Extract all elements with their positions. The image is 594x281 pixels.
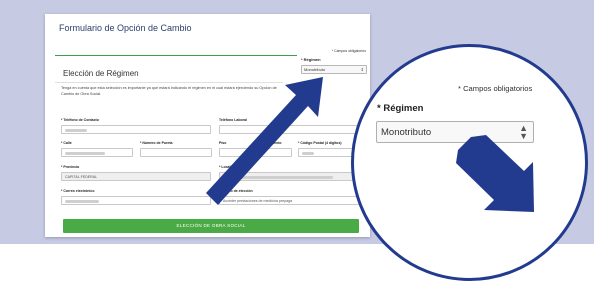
- arrow-icon: [206, 77, 323, 205]
- arrow-icon: [456, 135, 534, 212]
- pointer-arrows: [206, 77, 534, 212]
